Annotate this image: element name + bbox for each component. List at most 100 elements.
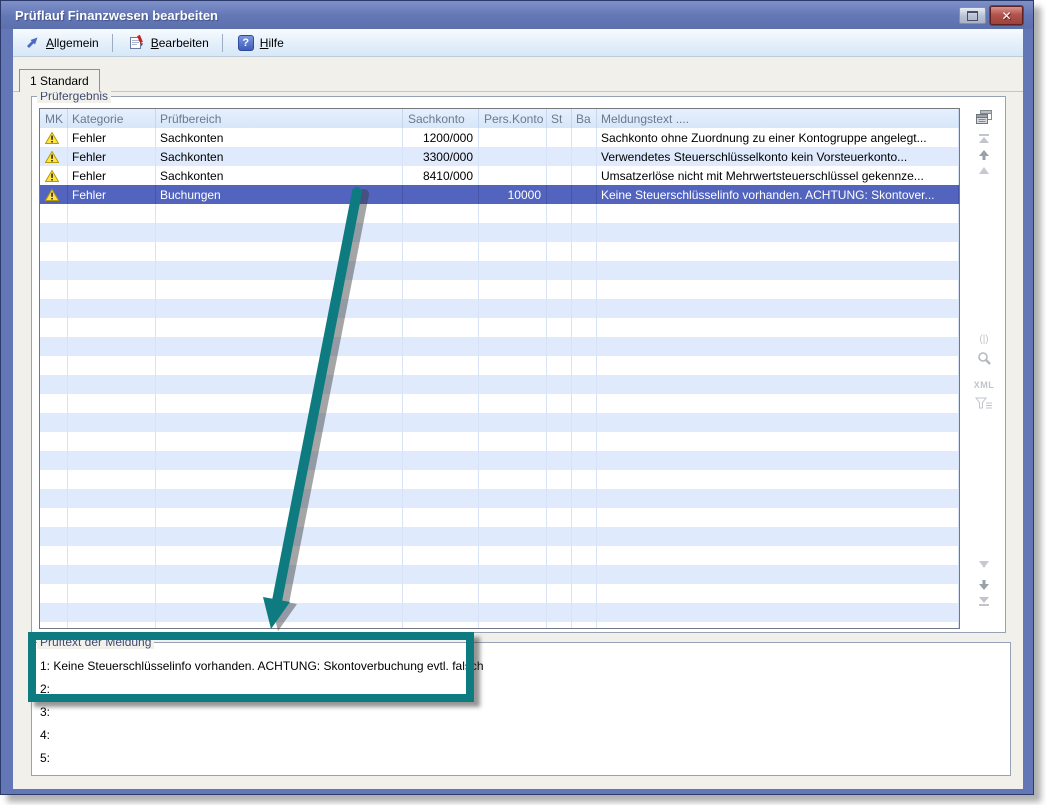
cell-mk (40, 223, 68, 242)
cell-ba (572, 508, 597, 527)
app-window: Prüflauf Finanzwesen bearbeiten ✕ Allgem… (0, 0, 1034, 795)
cell-sachkonto (403, 185, 479, 204)
restore-button[interactable] (959, 7, 986, 24)
cell-kategorie (68, 565, 156, 584)
table-row-empty[interactable] (40, 204, 959, 223)
table-row-empty[interactable] (40, 584, 959, 603)
table-row[interactable]: FehlerSachkonten8410/000Umsatzerlöse nic… (40, 166, 959, 185)
grid-body: FehlerSachkonten1200/000Sachkonto ohne Z… (40, 128, 959, 629)
cell-mk (40, 280, 68, 299)
edit-notepad-icon (128, 34, 145, 51)
cell-mk (40, 470, 68, 489)
row-count-icon[interactable]: (|) (962, 331, 1006, 345)
table-row-empty[interactable] (40, 299, 959, 318)
cell-pruefbereich (156, 394, 403, 413)
cell-sachkonto (403, 432, 479, 451)
table-row[interactable]: FehlerSachkonten3300/000Verwendetes Steu… (40, 147, 959, 166)
cell-perskonto (479, 166, 547, 185)
table-row-empty[interactable] (40, 337, 959, 356)
cell-meldungstext (597, 337, 959, 356)
cell-perskonto (479, 508, 547, 527)
table-row-empty[interactable] (40, 261, 959, 280)
cell-pruefbereich (156, 375, 403, 394)
warning-icon (45, 189, 59, 201)
table-row-empty[interactable] (40, 451, 959, 470)
scroll-to-bottom-icon[interactable] (962, 596, 1006, 607)
scroll-up-page-icon[interactable] (962, 166, 1006, 175)
cell-sachkonto (403, 356, 479, 375)
table-row-empty[interactable] (40, 413, 959, 432)
cell-perskonto (479, 128, 547, 147)
table-row-empty[interactable] (40, 356, 959, 375)
cell-st (547, 603, 572, 622)
cell-st (547, 318, 572, 337)
cell-meldungstext (597, 451, 959, 470)
cell-mk (40, 356, 68, 375)
cell-kategorie (68, 489, 156, 508)
menu-allgemein[interactable]: Allgemein (13, 30, 109, 56)
cell-meldungstext (597, 223, 959, 242)
cell-sachkonto (403, 223, 479, 242)
tab-standard-label: 1 Standard (30, 74, 89, 88)
table-row-empty[interactable] (40, 375, 959, 394)
cell-mk (40, 451, 68, 470)
menu-bearbeiten[interactable]: Bearbeiten (116, 30, 219, 56)
help-icon: ? (238, 35, 254, 51)
scroll-to-top-icon[interactable] (962, 133, 1006, 144)
cell-meldungstext (597, 413, 959, 432)
table-row-empty[interactable] (40, 508, 959, 527)
cell-ba (572, 185, 597, 204)
column-header-meldungstext[interactable]: Meldungstext .... (597, 109, 959, 128)
table-row-empty[interactable] (40, 603, 959, 622)
scroll-up-icon[interactable] (962, 149, 1006, 162)
result-groupbox: Prüfergebnis MK Kategorie Prüfbereich Sa… (31, 96, 1006, 633)
table-row-empty[interactable] (40, 242, 959, 261)
column-chooser-icon[interactable] (962, 109, 1006, 126)
search-icon[interactable] (962, 351, 1006, 369)
cell-ba (572, 584, 597, 603)
column-header-mk[interactable]: MK (40, 109, 68, 128)
scroll-down-page-icon[interactable] (962, 560, 1006, 569)
table-row-empty[interactable] (40, 318, 959, 337)
cell-meldungstext (597, 603, 959, 622)
tab-standard[interactable]: 1 Standard (19, 69, 100, 92)
cell-sachkonto (403, 280, 479, 299)
table-row-empty[interactable] (40, 223, 959, 242)
cell-st (547, 489, 572, 508)
table-row-empty[interactable] (40, 280, 959, 299)
cell-mk (40, 565, 68, 584)
column-header-ba[interactable]: Ba (572, 109, 597, 128)
cell-sachkonto (403, 204, 479, 223)
column-header-st[interactable]: St (547, 109, 572, 128)
table-row-empty[interactable] (40, 546, 959, 565)
xml-export-icon[interactable]: XML (962, 377, 1006, 391)
cell-st (547, 432, 572, 451)
table-row-empty[interactable] (40, 527, 959, 546)
cell-ba (572, 299, 597, 318)
table-row[interactable]: FehlerBuchungen10000Keine Steuerschlüsse… (40, 185, 959, 204)
menu-hilfe[interactable]: ? Hilfe (226, 30, 294, 56)
titlebar: Prüflauf Finanzwesen bearbeiten ✕ (1, 1, 1033, 29)
table-row-empty[interactable] (40, 470, 959, 489)
column-header-perskonto[interactable]: Pers.Konto (479, 109, 547, 128)
cell-pruefbereich (156, 223, 403, 242)
table-row-empty[interactable] (40, 432, 959, 451)
cell-pruefbereich (156, 527, 403, 546)
close-button[interactable]: ✕ (990, 6, 1023, 25)
column-header-kategorie[interactable]: Kategorie (68, 109, 156, 128)
cell-pruefbereich (156, 261, 403, 280)
cell-mk (40, 147, 68, 166)
cell-kategorie (68, 432, 156, 451)
column-header-sachkonto[interactable]: Sachkonto (403, 109, 479, 128)
table-row-empty[interactable] (40, 622, 959, 629)
table-row-empty[interactable] (40, 394, 959, 413)
table-row-empty[interactable] (40, 565, 959, 584)
cell-sachkonto (403, 299, 479, 318)
scroll-down-icon[interactable] (962, 578, 1006, 591)
cell-kategorie (68, 470, 156, 489)
table-row-empty[interactable] (40, 489, 959, 508)
table-row[interactable]: FehlerSachkonten1200/000Sachkonto ohne Z… (40, 128, 959, 147)
column-header-pruefbereich[interactable]: Prüfbereich (156, 109, 403, 128)
filter-icon[interactable] (962, 397, 1006, 410)
cell-sachkonto (403, 584, 479, 603)
